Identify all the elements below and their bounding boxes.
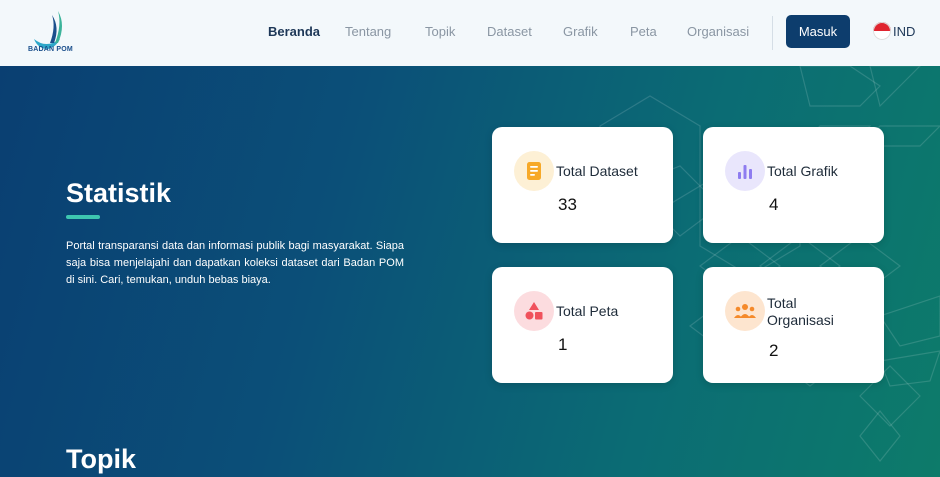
title-underline: [66, 215, 100, 219]
nav-divider: [772, 16, 773, 50]
document-icon: [514, 151, 554, 191]
nav-beranda[interactable]: Beranda: [268, 24, 320, 39]
top-navbar: BADAN POM Beranda Tentang Topik Dataset …: [0, 0, 940, 66]
stat-label: Total Dataset: [556, 163, 638, 179]
shapes-icon: [514, 291, 554, 331]
section-title-topik: Topik: [66, 444, 136, 474]
stat-value: 33: [558, 195, 577, 214]
language-switcher[interactable]: IND: [873, 22, 915, 40]
people-group-icon: [725, 291, 765, 331]
page-title: Statistik: [66, 178, 172, 208]
indonesia-flag-icon: [873, 22, 891, 40]
hero-description: Portal transparansi data dan informasi p…: [66, 240, 404, 286]
stat-card-organisasi[interactable]: Total Organisasi 2: [703, 267, 884, 383]
logo-text: BADAN POM: [28, 46, 73, 53]
stat-value: 4: [769, 195, 779, 214]
stat-label: Total Peta: [556, 303, 619, 319]
stat-card-peta[interactable]: Total Peta 1: [492, 267, 673, 383]
nav-dataset[interactable]: Dataset: [487, 24, 532, 39]
nav-peta[interactable]: Peta: [630, 24, 657, 39]
bar-chart-icon: [725, 151, 765, 191]
stat-label: Total Grafik: [767, 163, 838, 179]
statistics-hero: Statistik Portal transparansi data dan i…: [0, 66, 940, 477]
stat-value: 1: [558, 335, 568, 354]
stat-value: 2: [769, 341, 779, 360]
stat-card-grafik[interactable]: Total Grafik 4: [703, 127, 884, 243]
stat-card-dataset[interactable]: Total Dataset 33: [492, 127, 673, 243]
nav-topik[interactable]: Topik: [425, 24, 455, 39]
nav-organisasi[interactable]: Organisasi: [687, 24, 749, 39]
nav-grafik[interactable]: Grafik: [563, 24, 598, 39]
nav-tentang[interactable]: Tentang: [345, 24, 391, 39]
language-label: IND: [893, 23, 916, 39]
login-button[interactable]: Masuk: [786, 15, 850, 48]
stat-label: Total Organisasi: [767, 295, 834, 328]
